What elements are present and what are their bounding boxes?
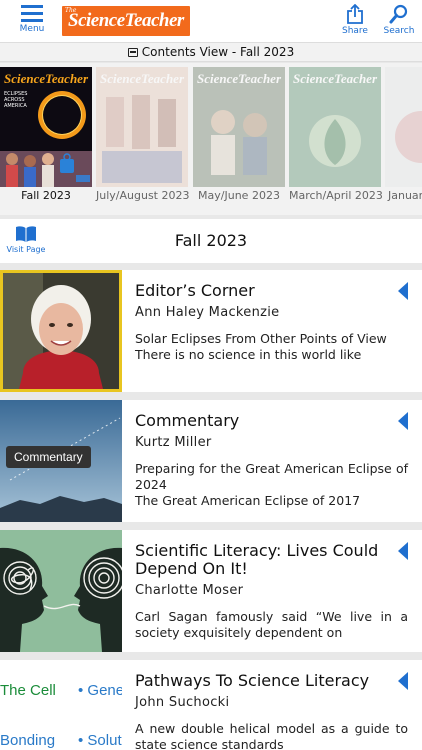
cover-may-june-2023[interactable]: ScienceTeacher May/June 2023 [193, 67, 285, 202]
cover-image: ScienceTeacher [96, 67, 188, 187]
share-button[interactable]: Share [332, 4, 378, 36]
article-image: Commentary [0, 400, 122, 522]
issue-cover-strip[interactable]: ScienceTeacher ECLIPSES ACROSS AMERICA F… [0, 63, 422, 215]
article-body: Scientific Literacy: Lives Could Depend … [135, 542, 408, 641]
article-subtitle: Solar Eclipses From Other Points of View [135, 331, 387, 346]
cover-january-2023[interactable]: January/ [385, 67, 422, 202]
logo-text: ScienceTeacher [68, 10, 184, 31]
menu-button[interactable]: Menu [9, 4, 55, 34]
article-image: The Cell • Geneti Bonding • Solut [0, 660, 122, 750]
expand-arrow-icon[interactable] [398, 282, 408, 300]
article-image [0, 530, 122, 652]
contents-view-label: Contents View - Fall 2023 [141, 45, 295, 59]
category-badge: Commentary [6, 446, 91, 468]
cover-image: ScienceTeacher ECLIPSES ACROSS AMERICA [0, 67, 92, 187]
cover-masthead: ScienceTeacher [197, 71, 281, 86]
cover-masthead: ScienceTeacher [4, 71, 88, 86]
image-text: The Cell [0, 682, 56, 699]
article-title: Scientific Literacy: Lives Could Depend … [135, 541, 379, 578]
cover-headline: ECLIPSES ACROSS AMERICA [4, 91, 28, 109]
share-label: Share [342, 26, 368, 36]
cover-image: ScienceTeacher [193, 67, 285, 187]
image-text: • Solut [78, 732, 122, 749]
article-author: Charlotte Moser [135, 583, 244, 598]
cover-image: ScienceTeacher [289, 67, 381, 187]
search-label: Search [383, 26, 415, 36]
article-body: Commentary Kurtz Miller Preparing for th… [135, 412, 408, 509]
article-description: A new double helical model as a guide to… [135, 721, 408, 750]
article-subtitle: Preparing for the Great American Eclipse… [135, 461, 408, 492]
cover-masthead: ScienceTeacher [100, 71, 184, 86]
article-excerpt: A new double helical model as a guide to… [135, 721, 408, 750]
expand-arrow-icon[interactable] [398, 672, 408, 690]
article-title: Editor’s Corner [135, 281, 255, 300]
contents-view-icon [127, 48, 138, 57]
cover-label: March/April 2023 [289, 189, 383, 202]
article-description: Preparing for the Great American Eclipse… [135, 461, 408, 509]
article-title: Pathways To Science Literacy [135, 671, 370, 690]
cover-masthead: ScienceTeacher [293, 71, 377, 86]
cover-july-august-2023[interactable]: ScienceTeacher July/August 2023 [96, 67, 190, 202]
article-excerpt: Carl Sagan famously said “We live in a s… [135, 609, 408, 640]
image-text: • Geneti [78, 682, 122, 699]
cover-march-april-2023[interactable]: ScienceTeacher March/April 2023 [289, 67, 383, 202]
article-author: Ann Haley Mackenzie [135, 305, 280, 320]
search-icon [389, 4, 408, 24]
article-description: Carl Sagan famously said “We live in a s… [135, 609, 408, 641]
article-card[interactable]: The Cell • Geneti Bonding • Solut Pathwa… [0, 660, 422, 750]
cover-fall-2023[interactable]: ScienceTeacher ECLIPSES ACROSS AMERICA F… [0, 67, 92, 202]
cover-label: May/June 2023 [198, 189, 280, 202]
article-author: John Suchocki [135, 695, 230, 710]
app-logo[interactable]: The ScienceTeacher [62, 6, 190, 36]
search-button[interactable]: Search [376, 4, 422, 36]
article-image [0, 270, 122, 392]
hamburger-icon [21, 5, 43, 22]
expand-arrow-icon[interactable] [398, 542, 408, 560]
cover-label: January/ [388, 189, 422, 202]
article-excerpt: There is no science in this world like [135, 347, 362, 362]
share-icon [347, 4, 363, 24]
article-body: Editor’s Corner Ann Haley Mackenzie Sola… [135, 282, 408, 363]
expand-arrow-icon[interactable] [398, 412, 408, 430]
image-text: Bonding [0, 732, 56, 749]
issue-title: Fall 2023 [174, 231, 248, 250]
article-card[interactable]: Scientific Literacy: Lives Could Depend … [0, 530, 422, 652]
article-description: Solar Eclipses From Other Points of View… [135, 331, 408, 363]
article-card[interactable]: Commentary Commentary Kurtz Miller Prepa… [0, 400, 422, 522]
article-body: Pathways To Science Literacy John Suchoc… [135, 672, 408, 750]
cover-image [385, 67, 422, 187]
article-title: Commentary [135, 411, 240, 430]
article-card[interactable]: Editor’s Corner Ann Haley Mackenzie Sola… [0, 270, 422, 392]
top-bar: Menu The ScienceTeacher Share Search [0, 0, 422, 42]
issue-header: Visit Page Fall 2023 [0, 219, 422, 263]
cover-label: Fall 2023 [21, 189, 71, 202]
cover-label: July/August 2023 [96, 189, 190, 202]
menu-label: Menu [19, 24, 45, 34]
article-excerpt: The Great American Eclipse of 2017 [135, 493, 361, 508]
article-author: Kurtz Miller [135, 435, 212, 450]
contents-view-bar[interactable]: Contents View - Fall 2023 [0, 42, 422, 62]
